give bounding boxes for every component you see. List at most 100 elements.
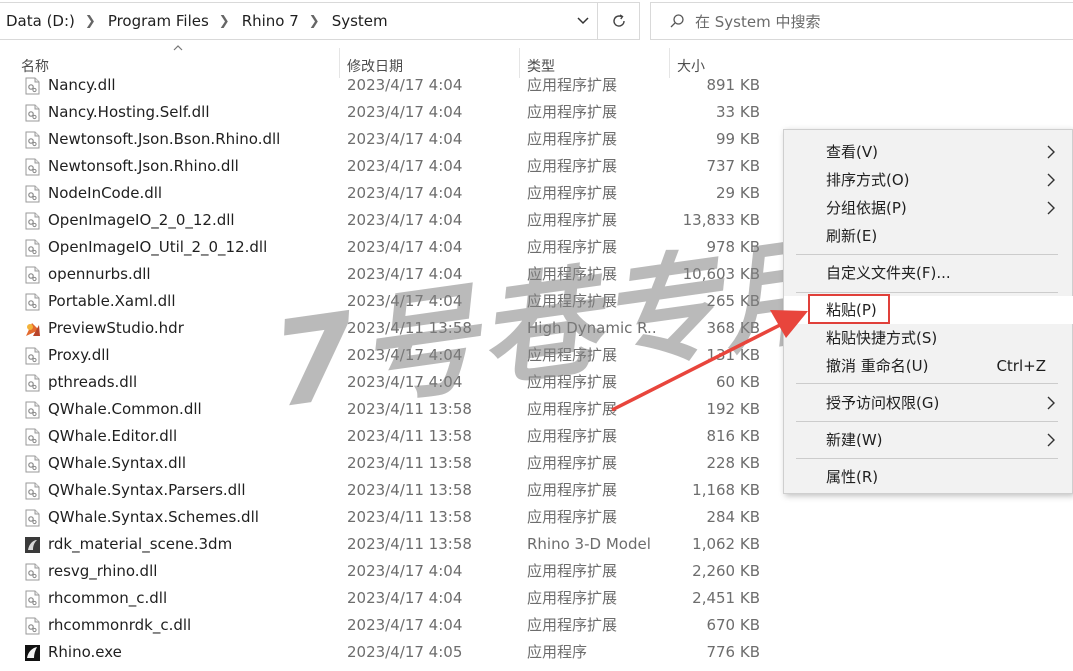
file-type: 应用程序扩展 [527, 400, 618, 418]
dll-file-icon [24, 293, 41, 311]
file-date: 2023/4/11 13:58 [347, 400, 472, 418]
dll-file-icon [24, 347, 41, 365]
file-date: 2023/4/11 13:58 [347, 319, 472, 337]
file-row[interactable]: PreviewStudio.hdr 2023/4/11 13:58 High Dyn… [0, 315, 780, 342]
menu-item-paste-shortcut[interactable]: 粘贴快捷方式(S) [784, 324, 1073, 352]
menu-item-label: 新建(W) [826, 431, 883, 449]
refresh-button[interactable] [597, 3, 639, 39]
3dm-file-icon [24, 536, 41, 554]
file-row[interactable]: opennurbs.dll 2023/4/17 4:04 应用程序扩展 10,603 … [0, 261, 780, 288]
chevron-right-icon: ❯ [308, 13, 320, 29]
file-type: 应用程序扩展 [527, 103, 618, 121]
menu-item-undo-rename[interactable]: 撤消 重命名(U) Ctrl+Z [784, 352, 1073, 380]
menu-item-sort[interactable]: 排序方式(O) [784, 166, 1073, 194]
file-row[interactable]: pthreads.dll 2023/4/17 4:04 应用程序扩展 60 KB [0, 369, 780, 396]
chevron-right-icon [1047, 173, 1055, 187]
dll-file-icon [24, 104, 41, 122]
breadcrumb-system[interactable]: System [326, 12, 392, 30]
file-name: PreviewStudio.hdr [48, 319, 184, 337]
menu-item-label: 属性(R) [826, 468, 879, 486]
file-row[interactable]: resvg_rhino.dll 2023/4/17 4:04 应用程序扩展 2,260… [0, 558, 780, 585]
dll-file-icon [24, 374, 41, 392]
file-row[interactable]: Rhino.exe 2023/4/17 4:05 应用程序 776 KB [0, 639, 780, 666]
file-size: 978 KB [706, 238, 760, 256]
file-row[interactable]: OpenImageIO_Util_2_0_12.dll 2023/4/17 4:0… [0, 234, 780, 261]
menu-item-grant-access[interactable]: 授予访问权限(G) [784, 389, 1073, 417]
file-name: rdk_material_scene.3dm [48, 535, 233, 553]
chevron-right-icon: ❯ [84, 13, 96, 29]
file-row[interactable]: QWhale.Syntax.Schemes.dll 2023/4/11 13:58… [0, 504, 780, 531]
dll-file-icon [24, 212, 41, 230]
address-dropdown-button[interactable] [571, 3, 595, 39]
file-date: 2023/4/11 13:58 [347, 454, 472, 472]
file-name: Rhino.exe [48, 643, 122, 661]
file-name: Portable.Xaml.dll [48, 292, 176, 310]
file-date: 2023/4/17 4:04 [347, 616, 463, 634]
menu-item-label: 分组依据(P) [826, 199, 907, 217]
file-row[interactable]: Proxy.dll 2023/4/17 4:04 应用程序扩展 131 KB [0, 342, 780, 369]
file-row[interactable]: rhcommonrdk_c.dll 2023/4/17 4:04 应用程序扩展 670… [0, 612, 780, 639]
file-row[interactable]: rdk_material_scene.3dm 2023/4/11 13:58 Rhi… [0, 531, 780, 558]
file-name: rhcommonrdk_c.dll [48, 616, 192, 634]
search-input[interactable]: 在 System 中搜索 [650, 2, 1073, 40]
file-size: 29 KB [716, 184, 760, 202]
file-type: 应用程序扩展 [527, 373, 618, 391]
file-type: 应用程序 [527, 643, 588, 661]
address-bar[interactable]: Data (D:) ❯ Program Files ❯ Rhino 7 ❯ Sy… [0, 2, 640, 40]
file-size: 816 KB [706, 427, 760, 445]
file-row[interactable]: QWhale.Common.dll 2023/4/11 13:58 应用程序扩展 19… [0, 396, 780, 423]
file-size: 737 KB [706, 157, 760, 175]
file-row[interactable]: QWhale.Syntax.Parsers.dll 2023/4/11 13:58… [0, 477, 780, 504]
file-row[interactable]: QWhale.Editor.dll 2023/4/11 13:58 应用程序扩展 81… [0, 423, 780, 450]
file-row[interactable]: Newtonsoft.Json.Bson.Rhino.dll 2023/4/17 … [0, 126, 780, 153]
rhino-exe-icon [24, 644, 41, 662]
menu-item-view[interactable]: 查看(V) [784, 138, 1073, 166]
file-type: 应用程序扩展 [527, 346, 618, 364]
breadcrumb-drive[interactable]: Data (D:) [0, 12, 79, 30]
file-row[interactable]: NodeInCode.dll 2023/4/17 4:04 应用程序扩展 29 KB [0, 180, 780, 207]
file-date: 2023/4/17 4:04 [347, 238, 463, 256]
menu-item-label: 撤消 重命名(U) [826, 357, 929, 375]
file-row[interactable]: Nancy.dll 2023/4/17 4:04 应用程序扩展 891 KB [0, 72, 780, 99]
menu-item-properties[interactable]: 属性(R) [784, 463, 1073, 491]
menu-item-label: 粘贴(P) [826, 301, 877, 319]
file-size: 1,168 KB [692, 481, 760, 499]
file-row[interactable]: rhcommon_c.dll 2023/4/17 4:04 应用程序扩展 2,451 … [0, 585, 780, 612]
file-size: 1,062 KB [692, 535, 760, 553]
refresh-icon [612, 14, 625, 27]
file-date: 2023/4/17 4:04 [347, 103, 463, 121]
file-row[interactable]: Newtonsoft.Json.Rhino.dll 2023/4/17 4:04 应… [0, 153, 780, 180]
menu-item-paste[interactable]: 粘贴(P) [784, 296, 1073, 324]
breadcrumb-rhino7[interactable]: Rhino 7 [236, 12, 303, 30]
file-size: 10,603 KB [682, 265, 760, 283]
file-type: 应用程序扩展 [527, 616, 618, 634]
file-type: 应用程序扩展 [527, 265, 618, 283]
menu-item-label: 自定义文件夹(F)... [826, 264, 951, 282]
search-icon [670, 14, 684, 28]
menu-item-label: 排序方式(O) [826, 171, 910, 189]
file-name: resvg_rhino.dll [48, 562, 158, 580]
file-type: 应用程序扩展 [527, 211, 618, 229]
file-row[interactable]: OpenImageIO_2_0_12.dll 2023/4/17 4:04 应用程序… [0, 207, 780, 234]
chevron-right-icon [1047, 396, 1055, 410]
dll-file-icon [24, 617, 41, 635]
file-date: 2023/4/17 4:04 [347, 157, 463, 175]
file-date: 2023/4/11 13:58 [347, 481, 472, 499]
menu-item-refresh[interactable]: 刷新(E) [784, 222, 1073, 250]
breadcrumb-program-files[interactable]: Program Files [102, 12, 213, 30]
file-size: 891 KB [706, 76, 760, 94]
menu-item-label: 粘贴快捷方式(S) [826, 329, 938, 347]
file-size: 368 KB [706, 319, 760, 337]
menu-item-group[interactable]: 分组依据(P) [784, 194, 1073, 222]
file-type: 应用程序扩展 [527, 562, 618, 580]
menu-item-new[interactable]: 新建(W) [784, 426, 1073, 454]
menu-item-customize-folder[interactable]: 自定义文件夹(F)... [784, 259, 1073, 287]
file-name: QWhale.Syntax.Schemes.dll [48, 508, 259, 526]
dll-file-icon [24, 428, 41, 446]
file-date: 2023/4/17 4:04 [347, 265, 463, 283]
file-row[interactable]: QWhale.Syntax.dll 2023/4/11 13:58 应用程序扩展 22… [0, 450, 780, 477]
file-row[interactable]: Portable.Xaml.dll 2023/4/17 4:04 应用程序扩展 265… [0, 288, 780, 315]
file-name: QWhale.Syntax.dll [48, 454, 186, 472]
file-name: QWhale.Editor.dll [48, 427, 178, 445]
file-row[interactable]: Nancy.Hosting.Self.dll 2023/4/17 4:04 应用程序… [0, 99, 780, 126]
